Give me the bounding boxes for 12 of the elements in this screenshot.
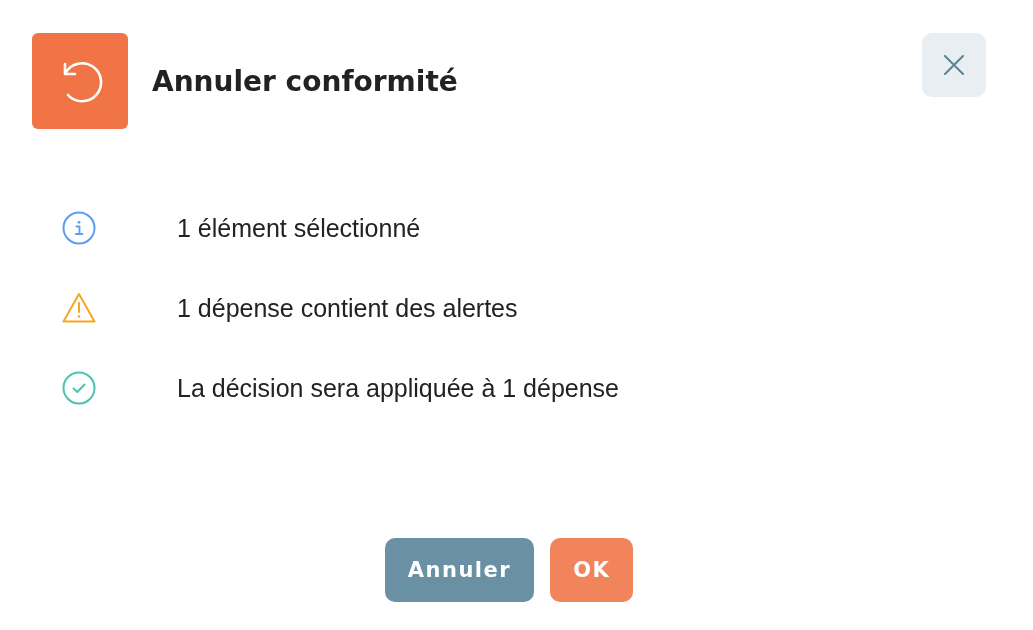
info-icon: [62, 211, 96, 245]
close-icon: [944, 55, 964, 75]
message-text: 1 dépense contient des alertes: [177, 293, 518, 323]
ok-button[interactable]: OK: [550, 538, 634, 602]
message-text: 1 élément sélectionné: [177, 213, 421, 243]
cancel-button[interactable]: Annuler: [384, 538, 535, 602]
check-icon: [62, 371, 96, 405]
message-text: La décision sera appliquée à 1 dépense: [177, 373, 619, 403]
dialog-title: Annuler conformité: [152, 64, 458, 98]
warning-icon: [62, 291, 96, 325]
close-button[interactable]: [922, 33, 986, 97]
undo-icon: [32, 33, 128, 129]
